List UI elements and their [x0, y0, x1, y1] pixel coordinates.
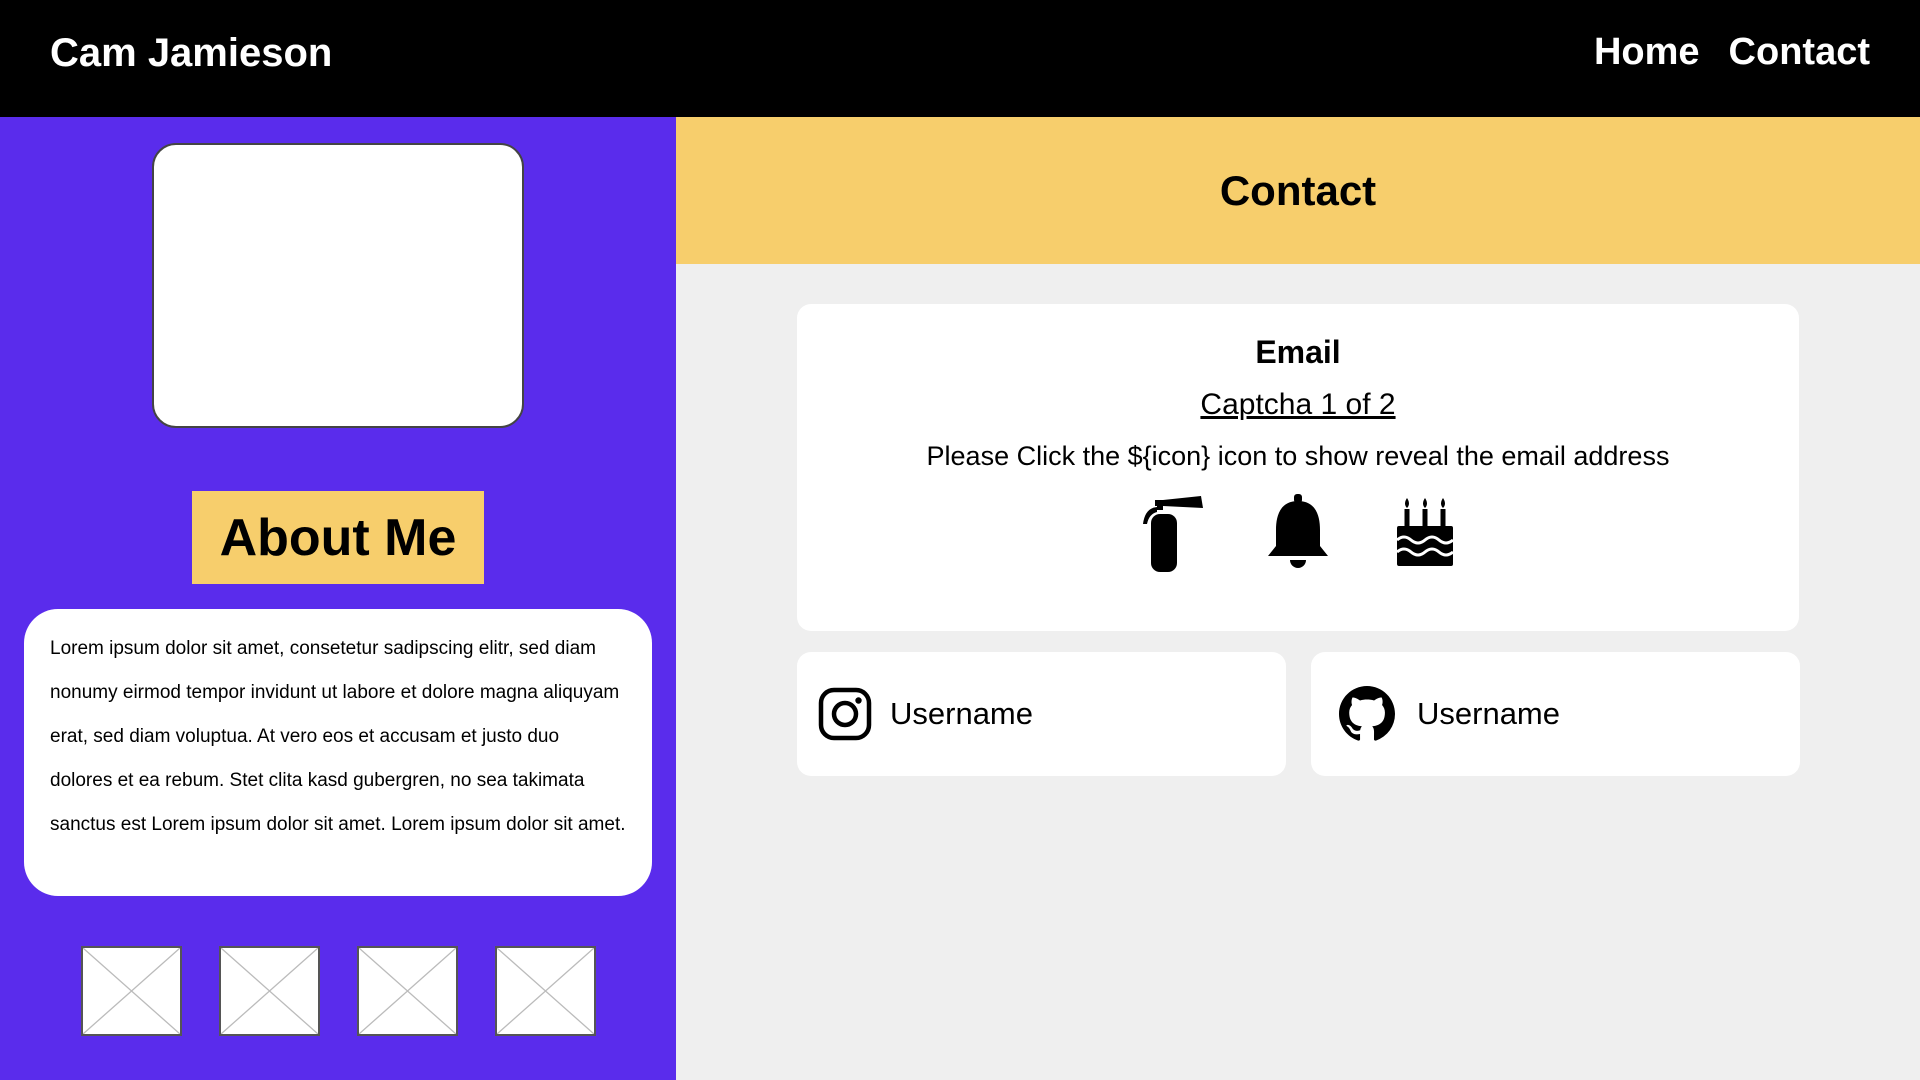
- captcha-instruction: Please Click the ${icon} icon to show re…: [926, 441, 1670, 471]
- captcha-icon-choices: [797, 494, 1799, 574]
- bio-card: Lorem ipsum dolor sit amet, consetetur s…: [24, 609, 652, 896]
- gallery-image-placeholder[interactable]: [495, 946, 596, 1036]
- profile-sidebar: About Me Lorem ipsum dolor sit amet, con…: [0, 117, 676, 1080]
- bio-text: Lorem ipsum dolor sit amet, consetetur s…: [50, 638, 626, 835]
- site-brand[interactable]: Cam Jamieson: [50, 31, 332, 76]
- email-card: Email Captcha 1 of 2 Please Click the ${…: [797, 304, 1799, 631]
- nav-home-link[interactable]: Home: [1594, 31, 1700, 74]
- gallery-image-placeholder[interactable]: [357, 946, 458, 1036]
- github-icon: [1339, 686, 1395, 741]
- instagram-icon: [818, 687, 872, 741]
- main-nav: Home Contact: [1594, 31, 1870, 74]
- github-username: Username: [1417, 696, 1560, 731]
- fire-extinguisher-icon[interactable]: [1135, 494, 1207, 574]
- about-me-badge: About Me: [192, 491, 484, 584]
- contact-header-band: Contact: [676, 117, 1920, 264]
- gallery-thumbnails: [81, 946, 596, 1036]
- instagram-card[interactable]: Username: [797, 652, 1286, 776]
- top-navigation-bar: Cam Jamieson Home Contact: [0, 0, 1920, 117]
- gallery-image-placeholder[interactable]: [81, 946, 182, 1036]
- about-me-heading: About Me: [219, 508, 457, 567]
- gallery-image-placeholder[interactable]: [219, 946, 320, 1036]
- profile-photo-placeholder: [152, 143, 524, 428]
- email-heading: Email: [1255, 334, 1341, 370]
- birthday-cake-icon[interactable]: [1389, 494, 1461, 574]
- page-title: Contact: [1219, 166, 1377, 214]
- github-card[interactable]: Username: [1311, 652, 1800, 776]
- captcha-link[interactable]: Captcha 1 of 2: [797, 388, 1799, 422]
- nav-contact-link[interactable]: Contact: [1729, 31, 1870, 74]
- bell-icon[interactable]: [1262, 494, 1334, 574]
- instagram-username: Username: [890, 696, 1033, 731]
